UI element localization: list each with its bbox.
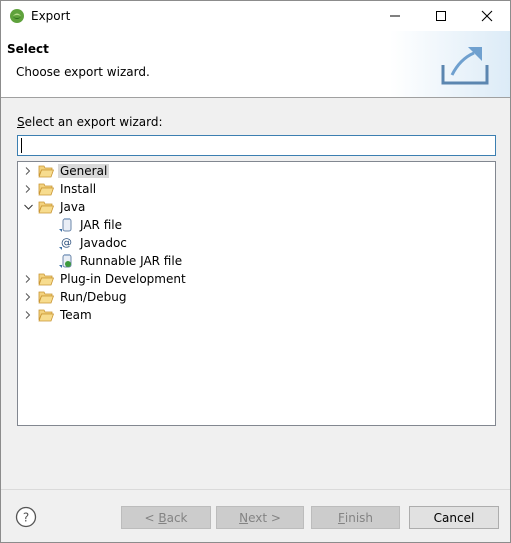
tree-item-label: Install bbox=[60, 182, 97, 196]
maximize-icon bbox=[436, 11, 446, 21]
maximize-button[interactable] bbox=[418, 1, 464, 31]
wizard-tree[interactable]: General Install Java JAR file @ Javadoc … bbox=[17, 161, 496, 426]
close-button[interactable] bbox=[464, 1, 510, 31]
title-bar[interactable]: Export bbox=[1, 1, 510, 31]
chevron-right-icon[interactable] bbox=[22, 288, 34, 306]
back-button[interactable]: < Back bbox=[121, 506, 211, 529]
tree-item-label: Runnable JAR file bbox=[80, 254, 183, 268]
folder-open-icon bbox=[38, 199, 54, 215]
javadoc-icon: @ bbox=[58, 235, 74, 251]
finish-button[interactable]: Finish bbox=[311, 506, 400, 529]
next-button-label: ext > bbox=[248, 510, 281, 525]
footer-divider bbox=[1, 489, 510, 490]
minimize-icon bbox=[390, 15, 400, 17]
tree-item-javadoc[interactable]: @ Javadoc bbox=[54, 234, 129, 252]
back-button-label: ack bbox=[166, 510, 188, 525]
folder-open-icon bbox=[38, 307, 54, 323]
tree-item-label: Javadoc bbox=[80, 236, 127, 250]
filter-label-mnemonic: S bbox=[17, 115, 25, 129]
folder-open-icon bbox=[38, 181, 54, 197]
svg-text:@: @ bbox=[61, 236, 72, 249]
tree-item-run-debug[interactable]: Run/Debug bbox=[22, 288, 129, 306]
tree-item-label: Plug-in Development bbox=[60, 272, 186, 286]
eclipse-app-icon bbox=[10, 9, 24, 23]
window-title: Export bbox=[31, 9, 71, 23]
tree-item-plug-in-development[interactable]: Plug-in Development bbox=[22, 270, 188, 288]
tree-item-label: Run/Debug bbox=[60, 290, 127, 304]
next-button-mnemonic: N bbox=[239, 510, 249, 525]
finish-button-mnemonic: F bbox=[337, 510, 345, 525]
finish-button-label: inish bbox=[344, 510, 374, 525]
chevron-right-icon[interactable] bbox=[22, 162, 34, 180]
tree-item-runnable-jar-file[interactable]: Runnable JAR file bbox=[54, 252, 184, 270]
jar-file-icon bbox=[58, 217, 74, 233]
minimize-button[interactable] bbox=[372, 1, 418, 31]
tree-item-java[interactable]: Java bbox=[22, 198, 87, 216]
page-description: Choose export wizard. bbox=[16, 65, 150, 79]
tree-item-label: Java bbox=[60, 200, 86, 214]
back-button-prefix: < bbox=[144, 510, 159, 525]
export-dialog: Export Select Choose export wizard. Sele… bbox=[0, 0, 511, 543]
tree-item-team[interactable]: Team bbox=[22, 306, 94, 324]
filter-label: Select an export wizard: bbox=[17, 115, 162, 129]
wizard-filter-input[interactable] bbox=[17, 135, 496, 156]
folder-open-icon bbox=[38, 289, 54, 305]
tree-item-general[interactable]: General bbox=[22, 162, 110, 180]
runnable-jar-icon bbox=[58, 253, 74, 269]
tree-item-label: Team bbox=[60, 308, 92, 322]
tree-item-install[interactable]: Install bbox=[22, 180, 98, 198]
page-title: Select bbox=[7, 42, 49, 56]
cancel-button[interactable]: Cancel bbox=[409, 506, 499, 529]
tree-item-label: JAR file bbox=[80, 218, 122, 232]
close-icon bbox=[481, 10, 493, 22]
tree-item-jar-file[interactable]: JAR file bbox=[54, 216, 124, 234]
wizard-header: Select Choose export wizard. bbox=[1, 31, 510, 98]
chevron-down-icon[interactable] bbox=[22, 198, 34, 216]
tree-item-label: General bbox=[58, 164, 110, 178]
export-wizard-icon bbox=[441, 47, 489, 85]
folder-open-icon bbox=[38, 271, 54, 287]
chevron-right-icon[interactable] bbox=[22, 306, 34, 324]
svg-text:?: ? bbox=[23, 511, 29, 525]
help-icon[interactable]: ? bbox=[15, 506, 37, 528]
chevron-right-icon[interactable] bbox=[22, 270, 34, 288]
chevron-right-icon[interactable] bbox=[22, 180, 34, 198]
next-button[interactable]: Next > bbox=[216, 506, 304, 529]
back-button-mnemonic: B bbox=[158, 510, 167, 525]
folder-open-icon bbox=[38, 163, 54, 179]
text-caret bbox=[21, 138, 22, 153]
filter-label-text: elect an export wizard: bbox=[24, 115, 163, 129]
